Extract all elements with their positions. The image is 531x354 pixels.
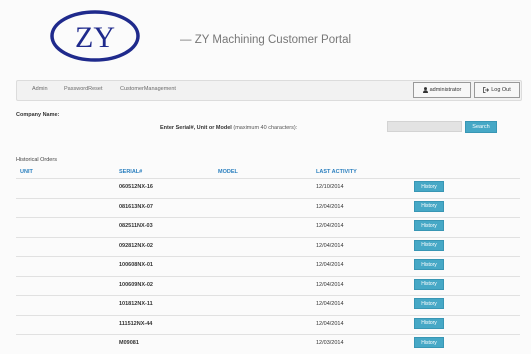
column-header-last-activity[interactable]: LAST ACTIVITY: [316, 169, 357, 175]
cell-last-activity: 12/10/2014: [316, 184, 344, 190]
history-button[interactable]: History: [414, 298, 444, 309]
history-button[interactable]: History: [414, 181, 444, 192]
table-row: 060512NX-16 12/10/2014 History: [16, 178, 520, 198]
history-button[interactable]: History: [414, 278, 444, 290]
table-row: M09081 12/03/2014 History: [16, 334, 520, 354]
cell-serial: 101812NX-11: [119, 301, 153, 307]
company-logo: ZY: [50, 10, 140, 62]
cell-last-activity: 12/04/2014: [316, 223, 344, 229]
search-button[interactable]: Search: [465, 121, 497, 133]
cell-last-activity: 12/03/2014: [316, 340, 344, 346]
logout-icon: [483, 87, 490, 93]
column-header-unit[interactable]: UNIT: [20, 169, 33, 175]
cell-last-activity: 12/04/2014: [316, 301, 344, 307]
history-button[interactable]: History: [414, 337, 444, 348]
cell-last-activity: 12/04/2014: [316, 203, 344, 210]
cell-serial: M09081: [119, 340, 139, 346]
table-row: 082511NX-03 12/04/2014 History: [16, 217, 520, 237]
user-icon: [422, 87, 428, 93]
portal-title: — ZY Machining Customer Portal: [180, 34, 352, 46]
table-row: 100609NX-02 12/04/2014 History: [16, 275, 520, 296]
logout-label: Log Out: [491, 87, 511, 93]
search-hint: (maximum 40 characters):: [233, 125, 298, 131]
nav-link-password-reset[interactable]: PasswordReset: [64, 86, 103, 92]
cell-serial: 081613NX-07: [119, 203, 153, 210]
table-row: 111512NX-44 12/04/2014 History: [16, 314, 520, 335]
top-navbar: Admin PasswordReset CustomerManagement a…: [16, 80, 522, 101]
search-prompt: Enter Serial#, Unit or Model (maximum 40…: [160, 125, 297, 131]
cell-serial: 100609NX-02: [119, 281, 153, 288]
nav-link-customer-management[interactable]: CustomerManagement: [120, 86, 176, 92]
nav-link-admin[interactable]: Admin: [32, 86, 48, 92]
cell-serial: 111512NX-44: [119, 320, 153, 327]
table-row: 101812NX-11 12/04/2014 History: [16, 295, 520, 315]
cell-last-activity: 12/04/2014: [316, 242, 344, 249]
history-button[interactable]: History: [414, 200, 444, 212]
search-prompt-label: Enter Serial#, Unit or Model: [160, 125, 232, 131]
table-row: 092812NX-02 12/04/2014 History: [16, 236, 520, 257]
cell-serial: 100608NX-01: [119, 262, 153, 268]
history-button[interactable]: History: [414, 259, 444, 270]
user-menu-label: administrator: [429, 87, 462, 93]
logo-text: ZY: [75, 21, 115, 54]
historical-orders-label: Historical Orders: [16, 157, 57, 163]
cell-last-activity: 12/04/2014: [316, 281, 344, 288]
company-name-label: Company Name:: [16, 112, 60, 118]
table-row: 100608NX-01 12/04/2014 History: [16, 256, 520, 276]
cell-serial: 092812NX-02: [119, 242, 153, 249]
table-row: 081613NX-07 12/04/2014 History: [16, 197, 520, 218]
history-button[interactable]: History: [414, 317, 444, 329]
history-button[interactable]: History: [414, 220, 444, 231]
cell-last-activity: 12/04/2014: [316, 320, 344, 327]
logout-button[interactable]: Log Out: [474, 82, 520, 98]
column-header-serial[interactable]: SERIAL#: [119, 169, 142, 175]
history-button[interactable]: History: [414, 239, 444, 251]
column-header-model[interactable]: MODEL: [218, 169, 238, 175]
cell-serial: 082511NX-03: [119, 223, 153, 229]
cell-last-activity: 12/04/2014: [316, 262, 344, 268]
search-input[interactable]: [387, 121, 462, 132]
user-menu-button[interactable]: administrator: [413, 82, 471, 98]
cell-serial: 060512NX-16: [119, 184, 153, 190]
